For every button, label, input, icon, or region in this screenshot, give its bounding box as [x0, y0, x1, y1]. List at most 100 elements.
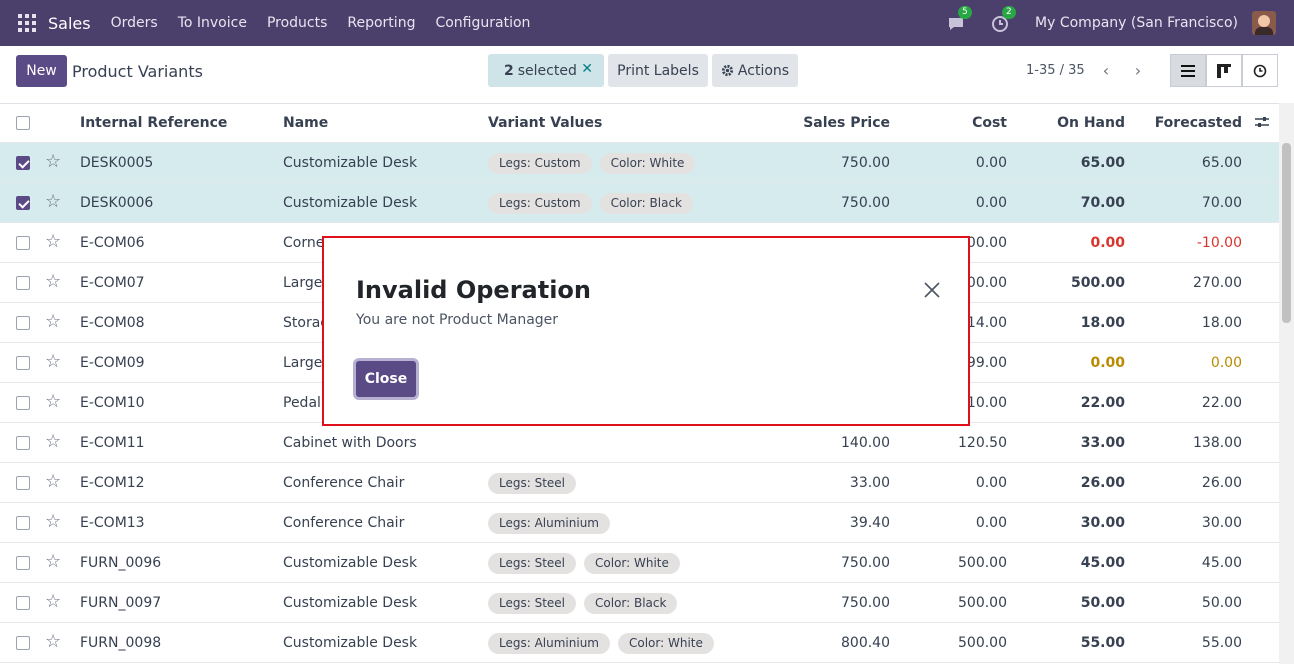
column-sales-price[interactable]: Sales Price	[780, 103, 890, 143]
row-checkbox[interactable]	[16, 596, 30, 610]
cell-on-hand: 500.00	[1070, 275, 1125, 291]
print-labels-button[interactable]: Print Labels	[608, 54, 708, 87]
close-button[interactable]: Close	[356, 361, 416, 397]
favorite-star-icon[interactable]: ☆	[45, 433, 61, 451]
favorite-star-icon[interactable]: ☆	[45, 233, 61, 251]
variant-tag: Color: White	[584, 552, 680, 574]
row-checkbox[interactable]	[16, 236, 30, 250]
cell-name: Corne	[283, 235, 325, 251]
row-checkbox[interactable]	[16, 636, 30, 650]
cell-cost: 0.00	[975, 195, 1007, 211]
cell-sales-price: 140.00	[841, 435, 890, 451]
list-view-button[interactable]	[1170, 54, 1206, 87]
cell-forecasted: 0.00	[1210, 355, 1242, 371]
menu-item-to-invoice[interactable]: To Invoice	[168, 15, 257, 31]
favorite-star-icon[interactable]: ☆	[45, 553, 61, 571]
row-checkbox[interactable]	[16, 476, 30, 490]
optional-columns-icon[interactable]	[1255, 115, 1269, 129]
select-all-checkbox[interactable]	[16, 116, 30, 130]
close-icon[interactable]	[922, 280, 942, 300]
pager-previous-button[interactable]: ‹	[1090, 56, 1122, 84]
new-button[interactable]: New	[16, 55, 67, 87]
variant-tag: Legs: Custom	[488, 192, 592, 214]
activities-count-badge: 2	[1002, 6, 1016, 19]
row-checkbox[interactable]	[16, 436, 30, 450]
cell-on-hand: 30.00	[1080, 515, 1125, 531]
row-checkbox[interactable]	[16, 316, 30, 330]
favorite-star-icon[interactable]: ☆	[45, 193, 61, 211]
row-checkbox[interactable]	[16, 356, 30, 370]
row-checkbox[interactable]	[16, 156, 30, 170]
company-switcher[interactable]: My Company (San Francisco)	[1035, 15, 1238, 31]
cell-forecasted: 138.00	[1193, 435, 1242, 451]
menu-item-orders[interactable]: Orders	[101, 15, 168, 31]
favorite-star-icon[interactable]: ☆	[45, 313, 61, 331]
chevron-right-icon: ›	[1134, 60, 1142, 80]
cell-cost: 0.00	[975, 515, 1007, 531]
table-row[interactable]: ☆ FURN_0098 Customizable Desk Legs: Alumini…	[0, 623, 1279, 663]
menu-item-products[interactable]: Products	[257, 15, 337, 31]
main-menu: Orders To Invoice Products Reporting Con…	[101, 15, 541, 31]
row-checkbox[interactable]	[16, 276, 30, 290]
pager-value[interactable]: 1-35 / 35	[1026, 63, 1085, 78]
variant-tag: Legs: Custom	[488, 152, 592, 174]
row-checkbox[interactable]	[16, 556, 30, 570]
cell-sales-price: 750.00	[841, 195, 890, 211]
menu-item-reporting[interactable]: Reporting	[337, 15, 425, 31]
scrollbar-thumb[interactable]	[1282, 143, 1291, 323]
vertical-scrollbar[interactable]	[1279, 103, 1294, 664]
table-row[interactable]: ☆ FURN_0096 Customizable Desk Legs: Steel Co…	[0, 543, 1279, 583]
table-row[interactable]: ☆ E-COM13 Conference Chair Legs: Aluminium 3…	[0, 503, 1279, 543]
menu-item-configuration[interactable]: Configuration	[425, 15, 540, 31]
table-row[interactable]: ☆ FURN_0097 Customizable Desk Legs: Steel Co…	[0, 583, 1279, 623]
cell-variant-values: Legs: Steel Color: White	[488, 543, 688, 583]
favorite-star-icon[interactable]: ☆	[45, 153, 61, 171]
activity-view-button[interactable]	[1242, 54, 1278, 87]
favorite-star-icon[interactable]: ☆	[45, 593, 61, 611]
messages-button[interactable]: 5	[947, 6, 972, 34]
cell-name: Customizable Desk	[283, 635, 418, 651]
column-on-hand[interactable]: On Hand	[1015, 103, 1125, 143]
apps-grid-icon[interactable]	[18, 14, 36, 32]
clear-selection-icon[interactable]: ✕	[581, 61, 593, 77]
cell-cost: 0.00	[975, 155, 1007, 171]
column-variant-values[interactable]: Variant Values	[488, 103, 602, 143]
table-row[interactable]: ☆ E-COM12 Conference Chair Legs: Steel 33.00…	[0, 463, 1279, 503]
row-checkbox[interactable]	[16, 396, 30, 410]
favorite-star-icon[interactable]: ☆	[45, 513, 61, 531]
favorite-star-icon[interactable]: ☆	[45, 393, 61, 411]
table-row[interactable]: ☆ DESK0005 Customizable Desk Legs: Custom Co…	[0, 143, 1279, 183]
cell-internal-reference: DESK0005	[80, 155, 154, 171]
row-checkbox[interactable]	[16, 196, 30, 210]
variant-tag: Legs: Aluminium	[488, 512, 610, 534]
column-forecasted[interactable]: Forecasted	[1130, 103, 1242, 143]
user-avatar[interactable]	[1252, 11, 1276, 35]
kanban-view-button[interactable]	[1206, 54, 1242, 87]
actions-button[interactable]: Actions	[712, 54, 798, 87]
column-name[interactable]: Name	[283, 103, 328, 143]
row-checkbox[interactable]	[16, 516, 30, 530]
pager-next-button[interactable]: ›	[1122, 56, 1154, 84]
cell-cost: 500.00	[958, 555, 1007, 571]
column-internal-reference[interactable]: Internal Reference	[80, 103, 227, 143]
app-name[interactable]: Sales	[48, 14, 91, 33]
cell-on-hand: 0.00	[1090, 235, 1125, 251]
favorite-star-icon[interactable]: ☆	[45, 353, 61, 371]
column-cost[interactable]: Cost	[900, 103, 1007, 143]
favorite-star-icon[interactable]: ☆	[45, 633, 61, 651]
cell-on-hand: 50.00	[1080, 595, 1125, 611]
cell-sales-price: 750.00	[841, 555, 890, 571]
cell-sales-price: 800.40	[841, 635, 890, 651]
cell-name: Pedal	[283, 395, 321, 411]
table-row[interactable]: ☆ E-COM11 Cabinet with Doors 140.00 120.50 33…	[0, 423, 1279, 463]
list-view-icon	[1181, 64, 1195, 77]
cell-name: Cabinet with Doors	[283, 435, 417, 451]
favorite-star-icon[interactable]: ☆	[45, 273, 61, 291]
activities-button[interactable]: 2	[991, 6, 1016, 34]
cell-forecasted: 70.00	[1201, 195, 1242, 211]
cell-internal-reference: E-COM06	[80, 235, 145, 251]
favorite-star-icon[interactable]: ☆	[45, 473, 61, 491]
cell-forecasted: 55.00	[1201, 635, 1242, 651]
table-row[interactable]: ☆ DESK0006 Customizable Desk Legs: Custom Co…	[0, 183, 1279, 223]
selected-count: 2	[504, 62, 514, 79]
